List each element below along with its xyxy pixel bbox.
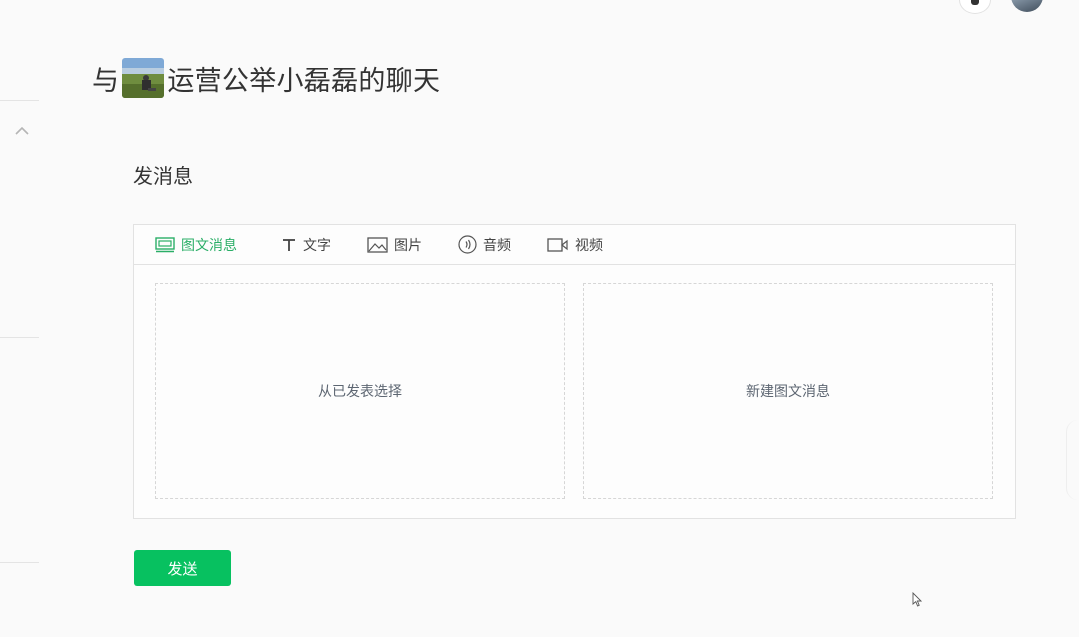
tab-audio[interactable]: 音频 <box>458 235 511 255</box>
sidebar-divider <box>0 562 39 563</box>
notification-bell-icon[interactable] <box>959 0 991 14</box>
news-options: 从已发表选择 新建图文消息 <box>134 265 1015 518</box>
tab-image[interactable]: 图片 <box>367 235 422 255</box>
chevron-up-icon[interactable] <box>14 124 30 136</box>
sidebar-divider <box>0 100 39 101</box>
tab-label: 图文消息 <box>181 237 237 254</box>
message-editor: 图文消息 文字 图片 音频 视频 从已发表选择 新建图文消息 <box>133 224 1016 519</box>
video-icon <box>547 237 568 252</box>
send-button[interactable]: 发送 <box>134 550 231 586</box>
sidebar-divider <box>0 337 39 338</box>
select-published-label: 从已发表选择 <box>318 384 402 400</box>
create-news-label: 新建图文消息 <box>746 384 830 400</box>
image-icon <box>367 236 388 253</box>
create-news-card[interactable]: 新建图文消息 <box>583 283 993 499</box>
contact-avatar <box>122 58 165 98</box>
left-sidebar-edge <box>0 0 39 637</box>
page-title: 与 运营公举小磊磊的聊天 <box>92 56 440 100</box>
tab-news[interactable]: 图文消息 <box>155 235 237 255</box>
tab-label: 图片 <box>394 237 422 254</box>
tab-label: 音频 <box>483 237 511 254</box>
mouse-cursor-icon <box>912 592 922 607</box>
top-right-toolbar <box>939 0 1079 14</box>
audio-icon <box>458 235 477 254</box>
text-icon <box>283 238 295 251</box>
message-type-tabs: 图文消息 文字 图片 音频 视频 <box>134 225 1015 265</box>
tab-video[interactable]: 视频 <box>547 235 603 255</box>
title-suffix: 运营公举小磊磊的聊天 <box>167 65 441 97</box>
tab-label: 视频 <box>575 237 603 254</box>
tab-label: 文字 <box>303 237 331 254</box>
select-published-card[interactable]: 从已发表选择 <box>155 283 565 499</box>
title-prefix: 与 <box>92 65 120 97</box>
scroll-edge <box>1066 420 1079 500</box>
user-avatar[interactable] <box>1011 0 1043 12</box>
section-title: 发消息 <box>133 164 193 188</box>
news-icon <box>155 236 175 252</box>
tab-text[interactable]: 文字 <box>281 235 331 255</box>
